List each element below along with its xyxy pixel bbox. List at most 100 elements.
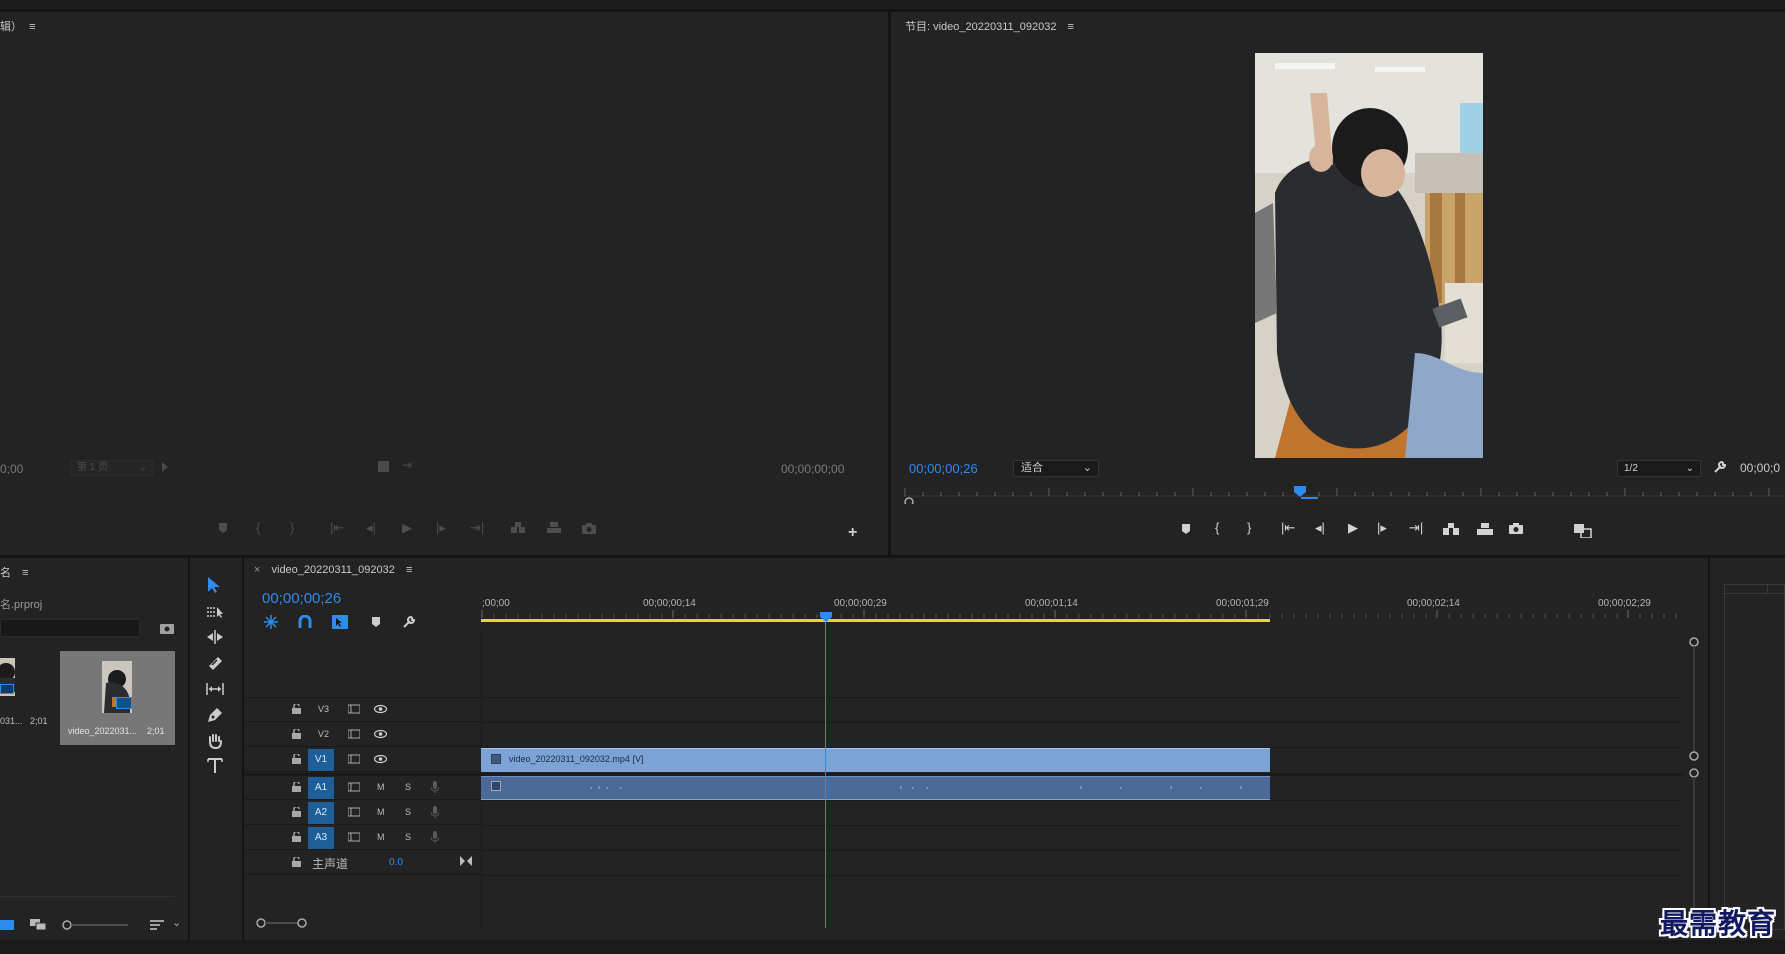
close-tab-icon[interactable]: × (254, 564, 260, 576)
marker-icon[interactable] (1181, 523, 1191, 535)
lock-icon[interactable] (292, 754, 301, 764)
microphone-icon[interactable] (431, 831, 439, 843)
sync-lock-icon[interactable] (348, 832, 360, 842)
step-back-icon[interactable]: ◂| (366, 520, 376, 536)
program-timecode-right[interactable]: 00;00;0 (1740, 461, 1780, 475)
ripple-edit-tool-icon[interactable] (206, 629, 224, 645)
razor-tool-icon[interactable] (207, 655, 223, 671)
page-dropdown[interactable]: 第 1 页 ⌄ (70, 460, 154, 476)
timeline-settings-wrench-icon[interactable] (402, 615, 416, 629)
source-timecode-right[interactable]: 00;00;00;00 (781, 462, 844, 476)
step-forward-icon[interactable]: |▸ (1377, 520, 1387, 536)
eye-icon[interactable] (374, 729, 387, 739)
nest-toggle-icon[interactable] (264, 615, 278, 629)
mark-in-icon[interactable]: { (1215, 520, 1219, 535)
go-to-out-icon[interactable]: ⇥| (470, 520, 484, 536)
microphone-icon[interactable] (431, 806, 439, 818)
panel-menu-icon[interactable]: ≡ (1068, 21, 1074, 33)
track-target-a3[interactable]: A3 (308, 827, 334, 849)
playhead-handle[interactable] (820, 612, 832, 622)
mute-button[interactable]: M (377, 807, 385, 817)
mute-button[interactable]: M (377, 782, 385, 792)
solo-button[interactable]: S (405, 782, 411, 792)
type-tool-icon[interactable] (207, 757, 223, 775)
mark-out-icon[interactable]: } (1247, 520, 1251, 535)
mark-in-icon[interactable]: { (256, 520, 260, 535)
sort-icon[interactable] (150, 919, 164, 931)
lock-icon[interactable] (292, 807, 301, 817)
project-item-selected[interactable]: video_2022031... 2;01 (60, 651, 175, 745)
extract-icon[interactable] (1477, 523, 1493, 535)
resolution-dropdown[interactable]: 1/2 ⌄ (1617, 460, 1701, 477)
go-to-out-icon[interactable]: ⇥| (1409, 520, 1423, 536)
play-icon[interactable]: ▶ (402, 520, 412, 536)
track-target-a1[interactable]: A1 (308, 777, 334, 799)
selection-tool-icon[interactable] (205, 576, 223, 594)
solo-button[interactable]: S (405, 832, 411, 842)
project-panel-title[interactable]: 名 (0, 567, 11, 579)
sequence-tab-label[interactable]: video_20220311_092032 (272, 564, 395, 576)
panel-menu-icon[interactable]: ≡ (22, 567, 28, 579)
marker-icon[interactable] (218, 522, 228, 534)
camera-icon[interactable] (582, 523, 596, 534)
vertical-scrollbar[interactable] (1685, 630, 1703, 930)
horizontal-zoom-scrollbar[interactable] (254, 916, 314, 930)
track-select-tool-icon[interactable] (206, 603, 224, 619)
sync-lock-icon[interactable] (348, 729, 360, 739)
add-button-icon[interactable]: + (848, 524, 857, 542)
video-clip[interactable]: video_20220311_092032.mp4 [V] (481, 748, 1270, 772)
step-back-icon[interactable]: ◂| (1315, 520, 1325, 536)
project-item[interactable]: 031... 2;01 (0, 650, 55, 736)
solo-button[interactable]: S (405, 807, 411, 817)
program-video-frame[interactable] (1255, 53, 1483, 458)
track-target-v1[interactable]: V1 (308, 749, 334, 771)
program-mini-ruler[interactable] (903, 482, 1785, 504)
step-forward-icon[interactable]: |▸ (436, 520, 446, 536)
eye-icon[interactable] (374, 754, 387, 764)
fit-dropdown[interactable]: 适合 ⌄ (1013, 460, 1099, 477)
insert-icon[interactable] (510, 522, 526, 534)
sequence-timecode[interactable]: 00;00;00;26 (262, 590, 341, 607)
slip-tool-icon[interactable] (205, 681, 225, 697)
linked-selection-icon[interactable] (332, 615, 348, 629)
play-small-icon[interactable] (162, 462, 168, 472)
camera-icon[interactable] (1509, 523, 1523, 534)
lock-icon[interactable] (292, 704, 301, 714)
hand-tool-icon[interactable] (207, 733, 223, 749)
play-icon[interactable]: ▶ (1348, 520, 1358, 536)
eye-icon[interactable] (374, 704, 387, 714)
source-timecode-left[interactable]: 0;00 (0, 462, 23, 476)
source-monitor-title[interactable]: 辑） (0, 21, 22, 33)
lock-icon[interactable] (292, 857, 301, 867)
panel-menu-icon[interactable]: ≡ (406, 564, 412, 576)
export-frame-small-icon[interactable] (378, 461, 389, 472)
panel-menu-icon[interactable]: ≡ (29, 21, 35, 33)
sync-lock-icon[interactable] (348, 807, 360, 817)
track-label[interactable]: V2 (318, 729, 329, 739)
compare-view-icon[interactable] (1574, 524, 1592, 538)
mute-button[interactable]: M (377, 832, 385, 842)
sync-lock-icon[interactable] (348, 704, 360, 714)
master-volume-value[interactable]: 0.0 (389, 857, 403, 868)
lock-icon[interactable] (292, 832, 301, 842)
go-to-next-edit-icon[interactable] (460, 856, 472, 866)
program-monitor-title[interactable]: 节目: video_20220311_092032 (905, 21, 1056, 33)
lift-icon[interactable] (1443, 523, 1459, 535)
new-bin-from-search-icon[interactable] (160, 622, 174, 634)
audio-clip[interactable] (481, 776, 1270, 800)
playhead-line[interactable] (825, 622, 826, 928)
lock-icon[interactable] (292, 782, 301, 792)
sync-lock-icon[interactable] (348, 782, 360, 792)
insert-small-icon[interactable]: ⇥ (402, 458, 412, 472)
zoom-slider[interactable] (62, 919, 130, 931)
chevron-down-icon[interactable]: ⌄ (172, 916, 181, 929)
track-target-a2[interactable]: A2 (308, 802, 334, 824)
wrench-icon[interactable] (1713, 460, 1727, 474)
track-label[interactable]: V3 (318, 704, 329, 714)
microphone-icon[interactable] (431, 781, 439, 793)
freeform-view-icon[interactable] (30, 919, 48, 931)
time-ruler[interactable]: ;00;00 00;00;00;14 00;00;00;29 00;00;01;… (481, 590, 1683, 630)
sync-lock-icon[interactable] (348, 754, 360, 764)
program-timecode[interactable]: 00;00;00;26 (909, 461, 978, 476)
pen-tool-icon[interactable] (207, 707, 223, 723)
